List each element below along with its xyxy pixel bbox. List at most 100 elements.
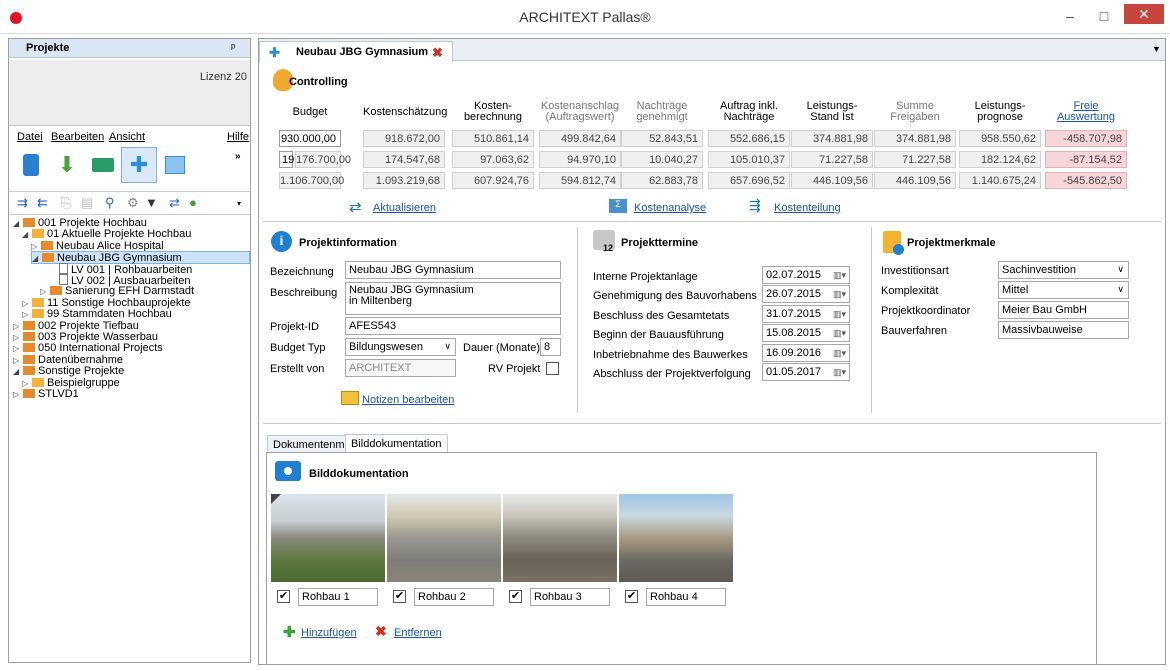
photo-checkbox[interactable]: ✔ <box>509 590 522 603</box>
filter-icon[interactable]: ▼ <box>145 195 158 210</box>
photo-rohbau-4[interactable] <box>619 494 733 582</box>
beschreibung-field[interactable]: Neubau JBG Gymnasium in Miltenberg <box>345 282 561 315</box>
calendar-dropdown-icon[interactable]: ▥▾ <box>833 270 846 281</box>
photo-checkbox[interactable]: ✔ <box>393 590 406 603</box>
link-icon[interactable]: ● <box>189 195 197 210</box>
divider-vertical <box>577 227 578 413</box>
projekt-id-field[interactable]: AFES543 <box>345 317 561 335</box>
hinzufuegen-link[interactable]: Hinzufügen <box>301 627 357 639</box>
add-icon: ✚ <box>283 624 296 641</box>
collapsed-arrow-icon[interactable]: ▷ <box>13 388 23 401</box>
aktualisieren-link[interactable]: Aktualisieren <box>373 202 436 214</box>
report-icon[interactable] <box>157 147 193 183</box>
kostenteilung-link[interactable]: Kostenteilung <box>774 202 841 214</box>
chevron-down-icon: ∨ <box>444 341 451 351</box>
column-header: Kostenschätzung <box>363 106 448 118</box>
photo-corner-marker <box>271 494 281 504</box>
overflow-icon[interactable]: ▾ <box>237 199 241 208</box>
entfernen-link[interactable]: Entfernen <box>394 627 442 639</box>
calendar-dropdown-icon[interactable]: ▥▾ <box>833 367 846 378</box>
document-icon <box>59 262 68 274</box>
tree-item-label: Sanierung EFH Darmstadt <box>65 285 194 298</box>
photo-checkbox[interactable]: ✔ <box>625 590 638 603</box>
tab-close-icon[interactable]: ✖ <box>432 45 443 61</box>
sigma-icon: Σ <box>609 199 627 213</box>
folder-icon <box>23 366 35 376</box>
kostenanalyse-link[interactable]: Kostenanalyse <box>634 202 706 214</box>
photo-checkbox[interactable]: ✔ <box>277 590 290 603</box>
expanded-arrow-icon[interactable]: ◢ <box>32 252 42 265</box>
tab-bilddokumentation[interactable]: Bilddokumentation <box>345 434 448 453</box>
merkmal-select[interactable]: Mittel ∨ <box>998 281 1129 299</box>
bezeichnung-field[interactable]: Neubau JBG Gymnasium <box>345 261 561 279</box>
settings-icon[interactable]: ⚙ <box>127 195 139 211</box>
copy-icon[interactable]: ⎘ <box>61 195 71 211</box>
pin-icon[interactable]: ᵖ <box>231 42 235 54</box>
value-cell: 958.550,62 <box>959 130 1041 147</box>
database-icon[interactable] <box>13 147 49 183</box>
termin-date-field[interactable]: 01.05.2017 ▥▾ <box>762 363 850 381</box>
photo-rohbau-3[interactable] <box>503 494 617 582</box>
tab-dokumentenmappe[interactable]: Dokumentenmappe <box>267 435 369 453</box>
budget-input[interactable]: 930.000,00 <box>279 130 341 147</box>
photo-rohbau-1[interactable] <box>271 494 385 582</box>
search-icon[interactable]: ⚲ <box>105 195 115 211</box>
budget-typ-select[interactable]: Bildungswesen ∨ <box>345 338 456 356</box>
calendar-dropdown-icon[interactable]: ▥▾ <box>833 348 846 359</box>
refresh-icon[interactable]: ⇄ <box>169 195 180 211</box>
photo-name-field[interactable]: Rohbau 4 <box>646 588 726 606</box>
minimize-button[interactable]: – <box>1056 6 1084 26</box>
termin-date-field[interactable]: 02.07.2015 ▥▾ <box>762 266 850 284</box>
value-cell: -87.154,52 <box>1045 151 1127 168</box>
calendar-dropdown-icon[interactable]: ▥▾ <box>833 289 846 300</box>
close-button[interactable]: ✕ <box>1124 4 1164 24</box>
beschreibung-label: Beschreibung <box>270 287 338 299</box>
folder-icon <box>32 377 44 387</box>
menu-ansicht[interactable]: Ansicht <box>109 131 145 143</box>
tree-item-label: 11 Sonstige Hochbauprojekte <box>47 296 191 309</box>
termin-date-field[interactable]: 15.08.2015 ▥▾ <box>762 324 850 342</box>
merkmal-label: Investitionsart <box>881 265 949 277</box>
window-title: ARCHITEXT Pallas® <box>519 9 651 25</box>
calendar-dropdown-icon[interactable]: ▥▾ <box>833 328 846 339</box>
photo-name-field[interactable]: Rohbau 1 <box>298 588 378 606</box>
calendar-dropdown-icon[interactable]: ▥▾ <box>833 309 846 320</box>
value-cell: 174.547,68 <box>363 151 445 168</box>
tree-item-label: 001 Projekte Hochbau <box>38 217 147 229</box>
menu-hilfe[interactable]: Hilfe <box>227 131 249 143</box>
download-icon[interactable]: ⬇ <box>49 147 85 183</box>
tree-item-label: Beispielgruppe <box>47 376 120 389</box>
more-icon[interactable]: » <box>235 151 241 162</box>
photo-name-field[interactable]: Rohbau 3 <box>530 588 610 606</box>
tree-item-label: 01 Aktuelle Projekte Hochbau <box>47 228 192 241</box>
termin-date-field[interactable]: 31.07.2015 ▥▾ <box>762 305 850 323</box>
tab-dropdown-icon[interactable]: ▼ <box>1152 44 1161 54</box>
photo-name-field[interactable]: Rohbau 2 <box>414 588 494 606</box>
controlling-grid: 930.000,00 918.672,00 510.861,14 499.842,64… <box>259 130 1165 190</box>
value-cell: 71.227,58 <box>874 151 956 168</box>
merkmal-select[interactable]: Sachinvestition ∨ <box>998 261 1129 279</box>
notizen-link[interactable]: Notizen bearbeiten <box>362 394 454 406</box>
menu-datei[interactable]: Datei <box>17 131 43 143</box>
paste-icon[interactable]: ▤ <box>81 195 93 211</box>
tab-project[interactable]: ✚ Neubau JBG Gymnasium ✖ <box>259 41 453 62</box>
globe-icon[interactable] <box>85 147 121 183</box>
value-cell: 374.881,98 <box>791 130 873 147</box>
expand-icon[interactable]: ⇉ <box>17 195 28 211</box>
collapse-icon[interactable]: ⇇ <box>37 195 48 211</box>
row-prefix-field[interactable]: 19 <box>279 151 294 168</box>
photo-rohbau-2[interactable] <box>387 494 501 582</box>
folder-icon <box>42 253 54 263</box>
tree-item-label: Neubau Alice Hospital <box>56 239 164 252</box>
termin-date-field[interactable]: 26.07.2015 ▥▾ <box>762 285 850 303</box>
freie-auswertung-link[interactable]: Freie Auswertung <box>1045 101 1127 123</box>
menu-bearbeiten[interactable]: Bearbeiten <box>51 131 104 143</box>
rv-projekt-checkbox[interactable] <box>546 362 559 375</box>
termin-date-field[interactable]: 16.09.2016 ▥▾ <box>762 344 850 362</box>
tree-item[interactable]: ▷ STLVD1 <box>13 388 79 401</box>
merkmal-field[interactable]: Massivbauweise <box>998 321 1129 339</box>
signpost-icon[interactable]: ✚ <box>121 147 157 183</box>
dauer-field[interactable]: 8 <box>540 338 561 356</box>
merkmal-field[interactable]: Meier Bau GmbH <box>998 301 1129 319</box>
maximize-button[interactable]: □ <box>1090 6 1118 26</box>
